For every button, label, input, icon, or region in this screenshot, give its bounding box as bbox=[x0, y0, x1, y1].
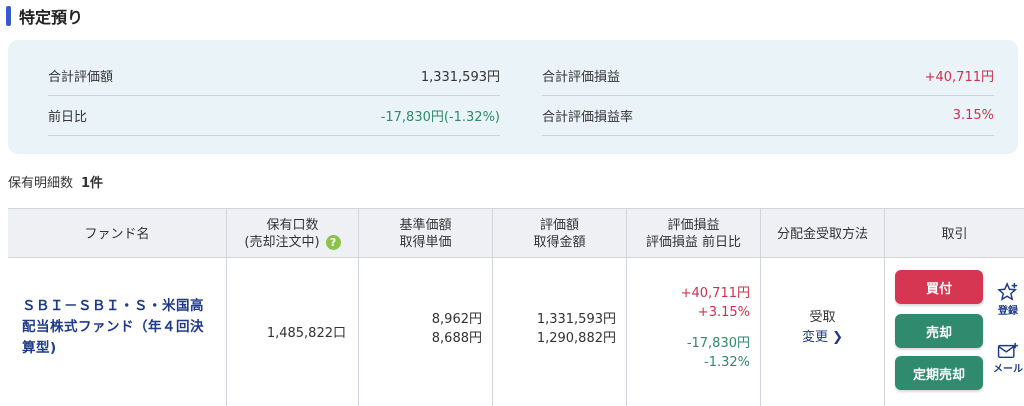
header-fund-label: ファンド名 bbox=[84, 226, 150, 242]
holdings-count-value: 1件 bbox=[81, 176, 104, 191]
mail-label: メール bbox=[993, 364, 1023, 375]
pl-rate-label: 合計評価損益率 bbox=[542, 110, 634, 125]
buy-button[interactable]: 買付 bbox=[895, 270, 983, 304]
day-change-label: 前日比 bbox=[48, 110, 88, 125]
header-fund: ファンド名 bbox=[8, 209, 226, 259]
cell-units: 1,485,822口 bbox=[226, 258, 358, 406]
pl-rate-value: 3.15% bbox=[952, 108, 994, 123]
total-pl-value: +40,711円 bbox=[924, 70, 994, 85]
periodic-sell-button[interactable]: 定期売却 bbox=[895, 356, 983, 390]
pl-rate: +3.15% bbox=[697, 305, 750, 320]
total-pl-label: 合計評価損益 bbox=[542, 70, 621, 85]
table-row: ＳＢＩ－ＳＢＩ・Ｓ・米国高配当株式ファンド（年４回決算型) 1,485,822口… bbox=[8, 258, 1024, 406]
summary-pl-rate: 合計評価損益率 3.15% bbox=[542, 96, 994, 136]
header-units: 保有口数 (売却注文中)? bbox=[226, 209, 358, 259]
market-value: 1,331,593円 bbox=[536, 312, 616, 327]
header-trade: 取引 bbox=[884, 209, 1024, 259]
day-pl-value: -17,830円 bbox=[686, 336, 750, 351]
day-change-value: -17,830円(-1.32%) bbox=[380, 110, 500, 125]
change-dist-link[interactable]: 変更 ❯ bbox=[761, 328, 884, 348]
sell-button[interactable]: 売却 bbox=[895, 314, 983, 348]
cell-pl: +40,711円 +3.15% -17,830円 -1.32% bbox=[626, 258, 760, 406]
summary-total-pl: 合計評価損益 +40,711円 bbox=[542, 56, 994, 96]
header-cost-label: 取得金額 bbox=[533, 235, 586, 250]
help-icon[interactable]: ? bbox=[325, 235, 341, 250]
header-pl-label: 評価損益 bbox=[667, 218, 720, 233]
header-pl: 評価損益 評価損益 前日比 bbox=[626, 209, 760, 259]
summary-day-change: 前日比 -17,830円(-1.32%) bbox=[48, 96, 500, 136]
cost-value: 1,290,882円 bbox=[536, 331, 616, 346]
star-plus-icon bbox=[997, 282, 1018, 301]
table-header: ファンド名 保有口数 (売却注文中)? 基準価額 取得単価 評価額 取得金額 評… bbox=[8, 208, 1024, 259]
cell-price: 8,962円 8,688円 bbox=[358, 258, 492, 406]
holdings-count: 保有明細数 1件 bbox=[8, 172, 103, 191]
header-dist: 分配金受取方法 bbox=[760, 209, 884, 259]
header-units-sub-label: (売却注文中) bbox=[244, 235, 320, 250]
section-accent-bar bbox=[6, 6, 11, 26]
header-value-label: 評価額 bbox=[539, 218, 579, 233]
cell-dist: 受取 変更 ❯ bbox=[760, 258, 884, 406]
header-trade-label: 取引 bbox=[941, 226, 968, 242]
header-value: 評価額 取得金額 bbox=[492, 209, 626, 259]
cost-unit-value: 8,688円 bbox=[431, 331, 482, 346]
total-value-label: 合計評価額 bbox=[48, 70, 114, 85]
cell-fund: ＳＢＩ－ＳＢＩ・Ｓ・米国高配当株式ファンド（年４回決算型) bbox=[8, 258, 226, 406]
register-label: 登録 bbox=[998, 306, 1018, 317]
units-value: 1,485,822口 bbox=[266, 326, 346, 341]
header-dist-label: 分配金受取方法 bbox=[776, 226, 868, 242]
mail-plus-icon bbox=[997, 342, 1018, 359]
section-title: 特定預り bbox=[19, 8, 84, 27]
cell-trade: 買付 売却 定期売却 登録 メール bbox=[884, 258, 1024, 406]
summary-panel: 合計評価額 1,331,593円 合計評価損益 +40,711円 前日比 -17… bbox=[8, 40, 1018, 154]
holdings-count-label: 保有明細数 bbox=[8, 176, 74, 191]
dist-method: 受取 bbox=[809, 310, 836, 325]
fund-name-link[interactable]: ＳＢＩ－ＳＢＩ・Ｓ・米国高配当株式ファンド（年４回決算型) bbox=[22, 296, 212, 359]
section-header: 特定預り bbox=[6, 4, 83, 28]
mail-alert[interactable]: メール bbox=[993, 342, 1023, 375]
day-pl-rate: -1.32% bbox=[704, 355, 750, 370]
register-favorite[interactable]: 登録 bbox=[993, 282, 1023, 317]
header-cost-unit-label: 取得単価 bbox=[399, 235, 452, 250]
holdings-table: ファンド名 保有口数 (売却注文中)? 基準価額 取得単価 評価額 取得金額 評… bbox=[8, 208, 1024, 406]
header-day-pl-label: 評価損益 前日比 bbox=[645, 235, 742, 250]
header-nav-label: 基準価額 bbox=[399, 218, 452, 233]
header-units-label: 保有口数 bbox=[266, 218, 319, 233]
header-price: 基準価額 取得単価 bbox=[358, 209, 492, 259]
total-value: 1,331,593円 bbox=[420, 70, 500, 85]
pl-value: +40,711円 bbox=[680, 286, 750, 301]
summary-total-value: 合計評価額 1,331,593円 bbox=[48, 56, 500, 96]
cell-value: 1,331,593円 1,290,882円 bbox=[492, 258, 626, 406]
nav-value: 8,962円 bbox=[431, 312, 482, 327]
